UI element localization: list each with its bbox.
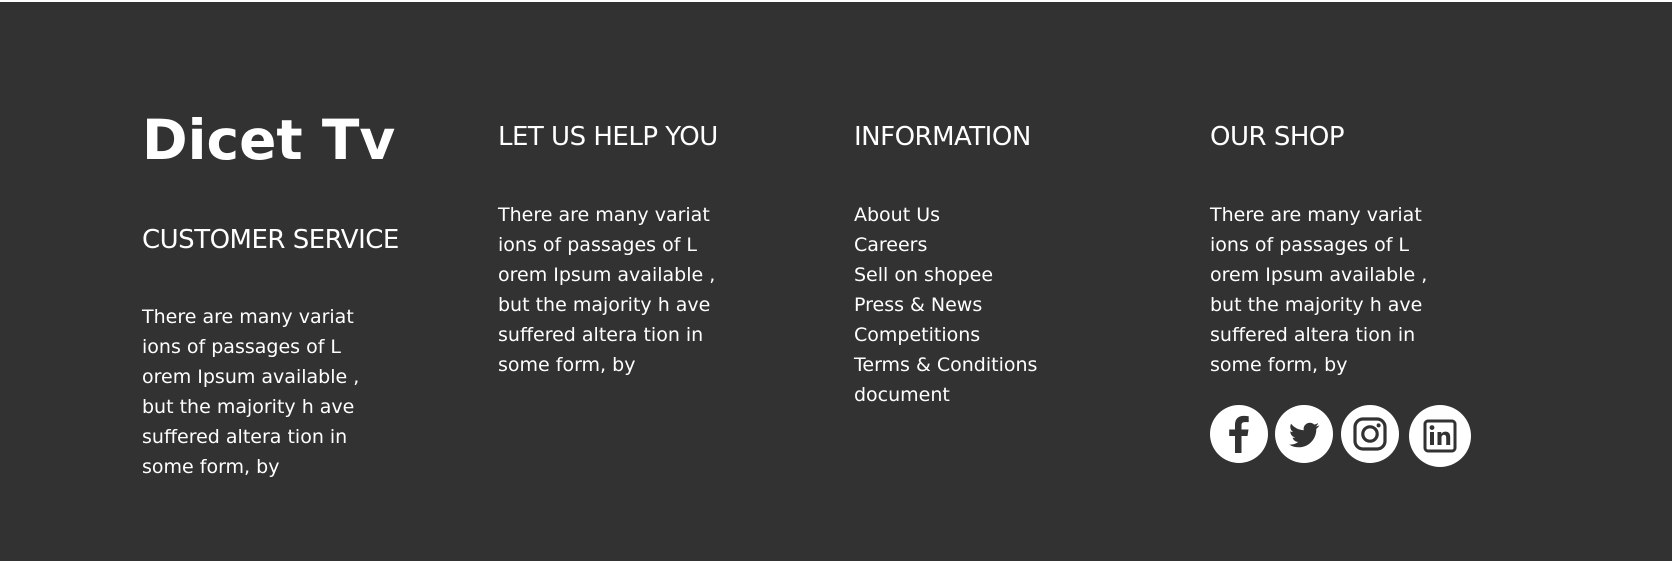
text-line: orem Ipsum available ,	[1210, 264, 1428, 286]
text-line: There are many variat	[498, 204, 710, 226]
text-line: ions of passages of L	[498, 234, 698, 256]
linkedin-icon	[1423, 419, 1457, 453]
help-text: There are many variat ions of passages o…	[498, 200, 758, 380]
text-line: but the majority h ave	[1210, 294, 1423, 316]
link-careers[interactable]: Careers	[854, 230, 1037, 260]
text-line: some form, by	[498, 354, 636, 376]
shop-heading: OUR SHOP	[1210, 122, 1345, 152]
facebook-link[interactable]	[1210, 405, 1268, 463]
customer-service-heading: CUSTOMER SERVICE	[142, 225, 399, 255]
link-about-us[interactable]: About Us	[854, 200, 1037, 230]
social-links	[1210, 405, 1485, 467]
text-line: orem Ipsum available ,	[498, 264, 716, 286]
text-line: ions of passages of L	[142, 336, 342, 358]
text-line: There are many variat	[1210, 204, 1422, 226]
instagram-icon	[1353, 417, 1387, 451]
text-line: some form, by	[142, 456, 280, 478]
link-sell-on-shopee[interactable]: Sell on shopee	[854, 260, 1037, 290]
twitter-link[interactable]	[1275, 405, 1333, 463]
information-heading: INFORMATION	[854, 122, 1031, 152]
shop-text: There are many variat ions of passages o…	[1210, 200, 1470, 380]
link-competitions[interactable]: Competitions	[854, 320, 1037, 350]
text-line: ions of passages of L	[1210, 234, 1410, 256]
facebook-icon	[1229, 415, 1249, 453]
text-line: some form, by	[1210, 354, 1348, 376]
link-document[interactable]: document	[854, 380, 1037, 410]
text-line: suffered altera tion in	[142, 426, 348, 448]
customer-service-text: There are many variat ions of passages o…	[142, 302, 402, 482]
link-terms-conditions[interactable]: Terms & Conditions	[854, 350, 1037, 380]
text-line: suffered altera tion in	[498, 324, 704, 346]
text-line: suffered altera tion in	[1210, 324, 1416, 346]
information-links: About Us Careers Sell on shopee Press & …	[854, 200, 1037, 410]
site-footer: Dicet Tv CUSTOMER SERVICE There are many…	[0, 2, 1672, 561]
brand-logo[interactable]: Dicet Tv	[142, 110, 395, 170]
text-line: but the majority h ave	[498, 294, 711, 316]
instagram-link[interactable]	[1341, 405, 1399, 463]
linkedin-link[interactable]	[1409, 405, 1471, 467]
link-press-news[interactable]: Press & News	[854, 290, 1037, 320]
help-heading: LET US HELP YOU	[498, 122, 718, 152]
text-line: orem Ipsum available ,	[142, 366, 360, 388]
text-line: but the majority h ave	[142, 396, 355, 418]
text-line: There are many variat	[142, 306, 354, 328]
twitter-icon	[1289, 422, 1320, 448]
